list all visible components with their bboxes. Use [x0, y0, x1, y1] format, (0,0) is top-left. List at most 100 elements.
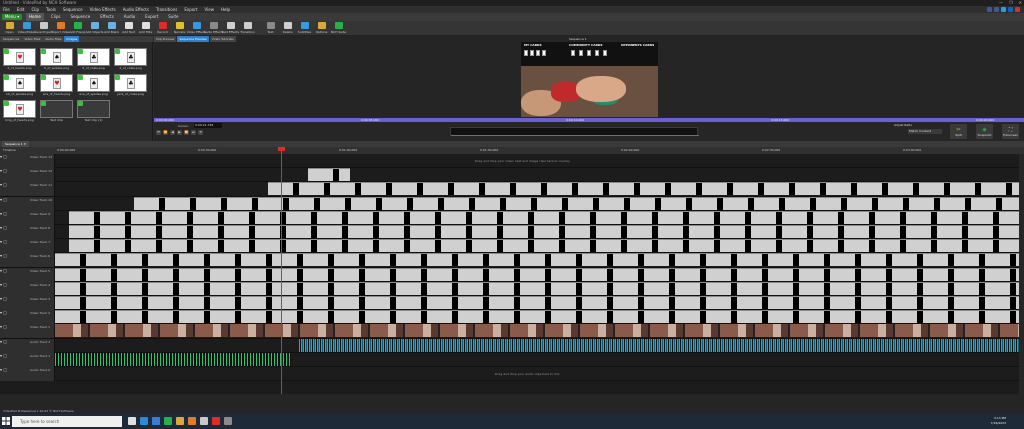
clip[interactable] — [69, 225, 1019, 238]
menu-item-clip[interactable]: Clip — [31, 6, 39, 13]
social-icon[interactable] — [1015, 7, 1020, 12]
tab-effects[interactable]: Effects — [97, 13, 117, 21]
bin-tab-audio-files[interactable]: Audio Files — [43, 36, 64, 42]
track-area[interactable] — [55, 239, 1024, 253]
menu-item-view[interactable]: View — [204, 6, 214, 13]
transition-button[interactable]: Transition — [240, 21, 255, 36]
taskbar-app-icon[interactable] — [188, 417, 196, 425]
delete-button[interactable]: Delete — [280, 21, 295, 36]
taskbar-app-icon[interactable] — [176, 417, 184, 425]
bin-tab-sequences[interactable]: Sequences — [1, 36, 22, 42]
track-area[interactable] — [55, 267, 1024, 282]
split-button[interactable]: ✂ Split — [950, 124, 967, 139]
social-icon[interactable] — [1008, 7, 1013, 12]
preview-tab-sequence-preview[interactable]: Sequence Preview — [177, 36, 209, 42]
taskbar-app-icon[interactable] — [224, 417, 232, 425]
bin-item[interactable]: ♣ jack_of_clubs.png — [113, 74, 148, 97]
track-toggle[interactable]: ▾ ▢ — [0, 239, 7, 244]
bin-item[interactable]: ♥ king_of_hearts.png — [2, 100, 37, 123]
taskbar-app-icon[interactable] — [128, 417, 136, 425]
preview-tab-video-tutorials[interactable]: Video Tutorials — [209, 36, 236, 42]
track-toggle[interactable]: ▾ ▢ — [0, 268, 7, 273]
save-project-button[interactable]: Save Project — [34, 21, 53, 36]
track-area[interactable] — [55, 210, 1024, 225]
track-toggle[interactable]: ▾ ▢ — [0, 253, 7, 258]
transport-button[interactable]: ▶ — [177, 130, 182, 135]
timeline-scrollbar[interactable] — [1019, 154, 1024, 394]
menu-item-sequence[interactable]: Sequence — [63, 6, 83, 13]
transport-button[interactable]: ⏩ — [184, 130, 189, 135]
menu-item-help[interactable]: Help — [221, 6, 230, 13]
bin-item[interactable]: ♣ 5_of_clubs.png — [76, 48, 111, 71]
clip[interactable] — [55, 267, 1019, 281]
track-toggle[interactable]: ▾ ▢ — [0, 168, 7, 173]
add-title-button[interactable]: Add Title — [138, 21, 153, 36]
track-toggle[interactable]: ▾ ▢ — [0, 282, 7, 287]
video-preview[interactable]: MY CARDS COMMUNITY CARDS OPPONENTS CARDS — [521, 42, 658, 117]
clip[interactable] — [55, 281, 1019, 295]
options-button[interactable]: Options — [314, 21, 329, 36]
menu-item-transitions[interactable]: Transitions — [156, 6, 177, 13]
track-toggle[interactable]: ▾ ▢ — [0, 339, 7, 344]
transport-button[interactable]: ⏪ — [163, 130, 168, 135]
clip[interactable] — [55, 296, 1019, 309]
bin-item[interactable]: ♠ ace_of_spades.png — [76, 74, 111, 97]
social-icon[interactable] — [994, 7, 999, 12]
preview-tab-clip-preview[interactable]: Clip Preview — [154, 36, 177, 42]
track-toggle[interactable]: ▾ ▢ — [0, 225, 7, 230]
clip[interactable] — [268, 182, 1019, 196]
track-area[interactable] — [55, 338, 1024, 353]
bin-item[interactable]: ♣ 2_of_clubs.png — [113, 48, 148, 71]
aspect-ratio-select[interactable]: Match Content — [908, 129, 942, 134]
clip[interactable] — [308, 168, 350, 182]
clip[interactable] — [55, 253, 1019, 267]
track-area[interactable]: Drag and drop your video, text and image… — [55, 154, 1024, 168]
track-toggle[interactable]: ▾ ▢ — [0, 182, 7, 187]
clip[interactable] — [55, 310, 1019, 324]
nch-suite-button[interactable]: NCH Suite — [331, 21, 346, 36]
tab-clips[interactable]: Clips — [48, 13, 64, 21]
preview-scrubber[interactable] — [450, 127, 699, 136]
track-area[interactable]: Drag and drop your audio clips here to m… — [55, 367, 1024, 381]
clip[interactable] — [69, 210, 1019, 224]
add-blank-button[interactable]: Add Blank — [104, 21, 119, 36]
cursor-time-field[interactable]: 0:00:21.746 — [194, 123, 222, 128]
menu-item-audio-effects[interactable]: Audio Effects — [123, 6, 149, 13]
track-toggle[interactable]: ▾ ▢ — [0, 296, 7, 301]
system-clock[interactable]: 4:13 PM 7/16/2023 — [991, 416, 1006, 426]
bin-item[interactable]: ♥ ace_of_hearts.png — [39, 74, 74, 97]
playhead[interactable] — [281, 147, 282, 394]
bin-tab-images[interactable]: Images — [64, 36, 80, 42]
taskbar-app-icon[interactable] — [164, 417, 172, 425]
video-effects-button[interactable]: Video Effects — [187, 21, 206, 36]
import-video-button[interactable]: Import Video — [51, 21, 70, 36]
track-area[interactable] — [55, 324, 1024, 338]
transport-button[interactable]: ⏭ — [191, 130, 196, 135]
audio-effects-button[interactable]: Audio Effects — [204, 21, 223, 36]
transport-button[interactable]: ⟲ — [198, 130, 203, 135]
tab-sequence[interactable]: Sequence — [67, 13, 93, 21]
bin-item[interactable]: Text Clip (1) — [76, 100, 111, 123]
open-button[interactable]: Open — [2, 21, 17, 36]
add-text-button[interactable]: Add Text — [121, 21, 136, 36]
video-mixer-button[interactable]: Video/Mixer — [18, 21, 35, 36]
menu-item-file[interactable]: File — [3, 6, 10, 13]
fullscreen-button[interactable]: ⛶ Fullscreen — [1002, 124, 1019, 139]
menu-item-video-effects[interactable]: Video Effects — [90, 6, 116, 13]
track-toggle[interactable]: ▾ ▢ — [0, 211, 7, 216]
add-file-s-button[interactable]: Add File(s) — [70, 21, 85, 36]
tab-suite[interactable]: Suite — [165, 13, 181, 21]
menu-item-export[interactable]: Export — [184, 6, 197, 13]
transport-button[interactable]: ◀ — [170, 130, 175, 135]
audio-clip[interactable] — [299, 338, 1019, 352]
taskbar-app-icon[interactable] — [140, 417, 148, 425]
taskbar-search-input[interactable]: Type here to search — [12, 416, 122, 427]
track-area[interactable] — [55, 196, 1024, 211]
track-area[interactable] — [55, 296, 1024, 310]
social-icon[interactable] — [987, 7, 992, 12]
clip[interactable] — [134, 196, 1019, 210]
track-toggle[interactable]: ▾ ▢ — [0, 353, 7, 358]
track-area[interactable] — [55, 182, 1024, 196]
track-area[interactable] — [55, 310, 1024, 324]
bin-item[interactable]: ♠ 5_of_spades.png — [39, 48, 74, 71]
